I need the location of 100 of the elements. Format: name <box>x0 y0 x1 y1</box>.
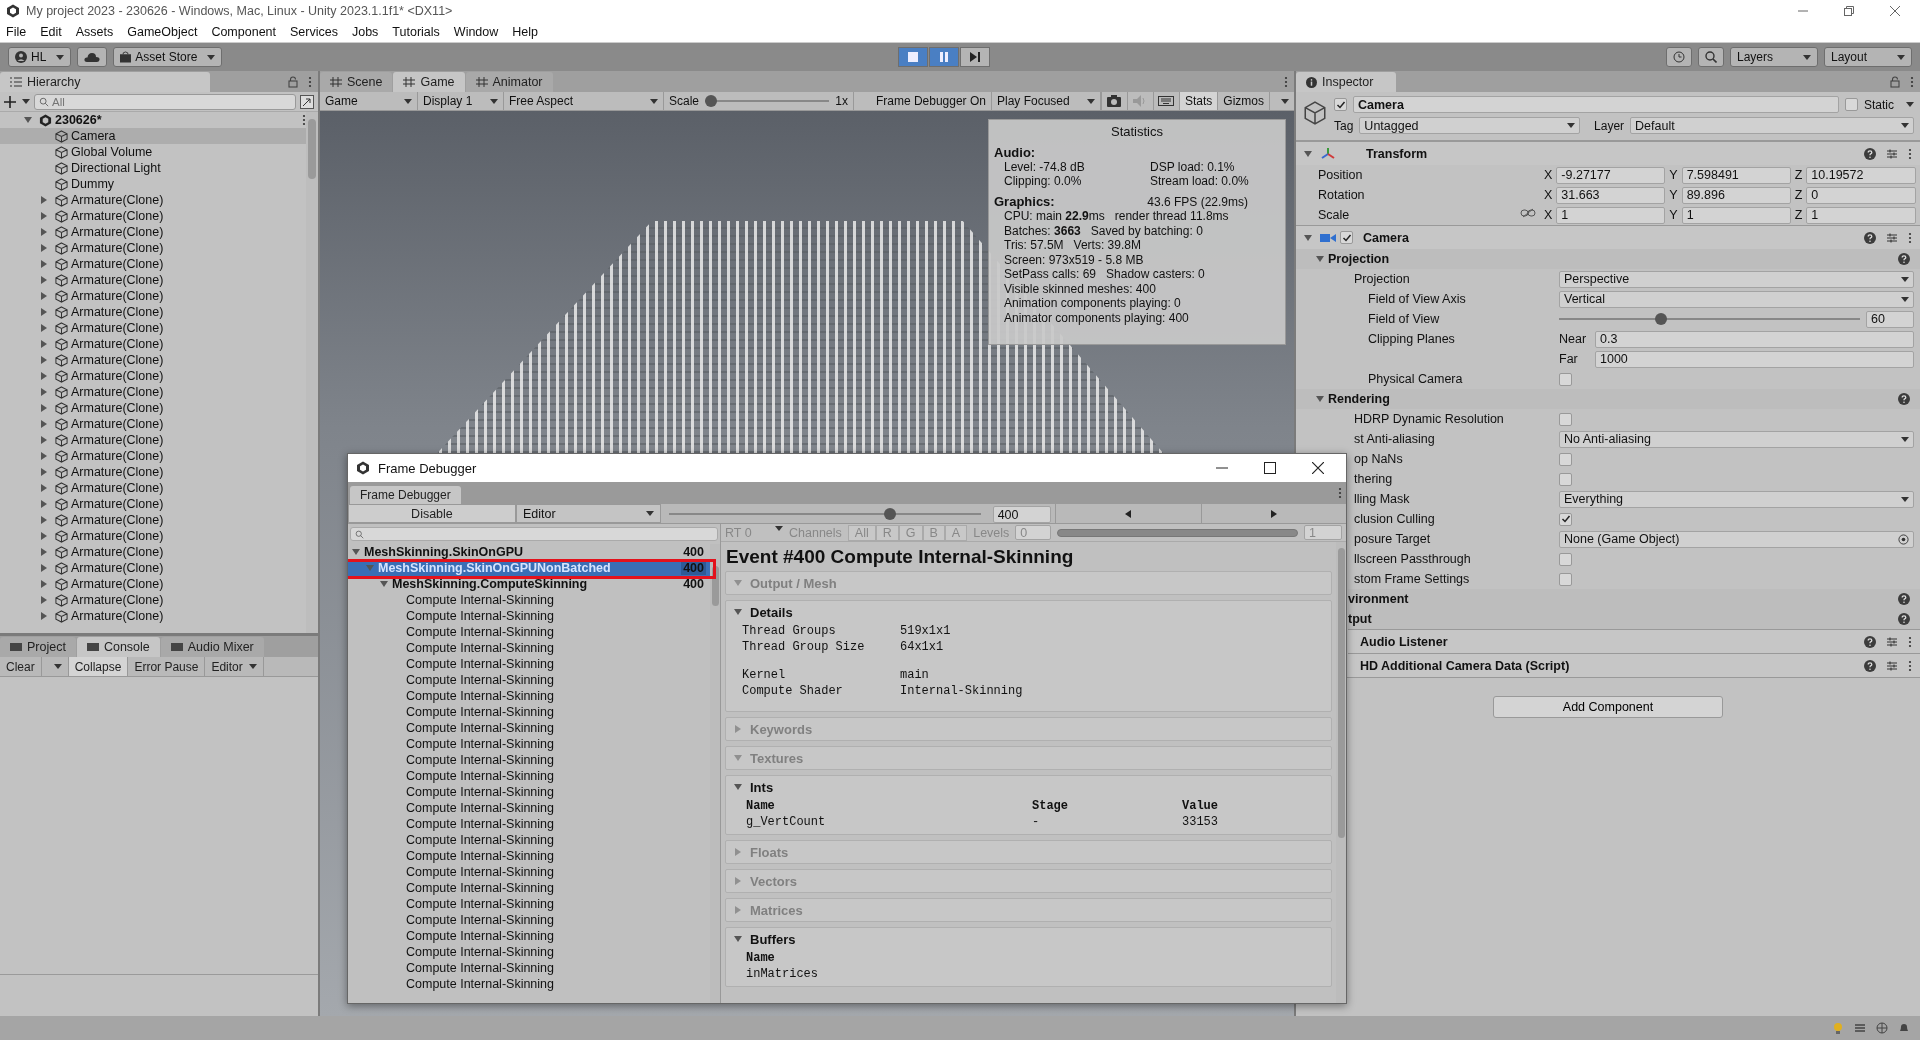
event-tree-item[interactable]: Compute Internal-Skinning <box>348 848 710 864</box>
gizmos-button[interactable]: Gizmos <box>1217 92 1269 110</box>
account-dropdown[interactable]: HL <box>8 47 72 67</box>
number-field[interactable]: 31.663 <box>1556 186 1666 204</box>
hierarchy-item[interactable]: Armature(Clone) <box>0 192 306 208</box>
pause-button[interactable] <box>929 47 960 67</box>
checkbox[interactable] <box>1559 512 1572 526</box>
layer-dropdown[interactable]: Default <box>1630 117 1914 134</box>
expand-arrow-icon[interactable] <box>24 116 32 124</box>
restore-icon[interactable] <box>1844 6 1854 16</box>
hierarchy-item[interactable]: Dummy <box>0 176 306 192</box>
slider-thumb[interactable] <box>1655 313 1668 325</box>
hierarchy-item[interactable]: Armature(Clone) <box>0 464 306 480</box>
cloud-button[interactable] <box>77 47 108 67</box>
checkbox[interactable] <box>1559 452 1572 466</box>
event-tree-item[interactable]: Compute Internal-Skinning <box>348 656 710 672</box>
hierarchy-item[interactable]: Armature(Clone) <box>0 224 306 240</box>
event-tree-item[interactable]: Compute Internal-Skinning <box>348 960 710 976</box>
presets-icon[interactable] <box>1886 659 1898 672</box>
search-field[interactable]: All <box>52 95 291 108</box>
menu-icon[interactable] <box>1908 659 1912 672</box>
event-tree-item[interactable]: Compute Internal-Skinning <box>348 640 710 656</box>
event-number-field[interactable]: 400 <box>992 506 1052 523</box>
close-icon[interactable] <box>1312 462 1324 474</box>
lock-icon[interactable] <box>1890 75 1900 88</box>
display-dropdown[interactable]: Display 1 <box>418 92 504 110</box>
play-mode-dropdown[interactable]: Play Focused <box>990 92 1101 110</box>
scale-slider[interactable] <box>705 95 830 107</box>
history-button[interactable] <box>1666 47 1692 67</box>
scrollbar[interactable] <box>710 544 720 1003</box>
checkbox[interactable] <box>1845 98 1858 111</box>
expand-arrow-icon[interactable] <box>734 783 742 791</box>
help-icon[interactable] <box>1864 231 1876 244</box>
menu-item[interactable]: Component <box>211 25 276 39</box>
slider-thumb[interactable] <box>705 95 718 107</box>
event-tree-item[interactable]: Compute Internal-Skinning <box>348 928 710 944</box>
hierarchy-item[interactable]: Armature(Clone) <box>0 288 306 304</box>
slider[interactable] <box>1559 313 1860 325</box>
foldout-title[interactable]: Buffers <box>750 931 796 947</box>
name-field[interactable]: Camera <box>1353 96 1839 113</box>
bell-icon[interactable] <box>1898 1022 1910 1034</box>
dropdown[interactable]: No Anti-aliasing <box>1559 430 1914 448</box>
menu-item[interactable]: GameObject <box>127 25 198 39</box>
hierarchy-item[interactable]: Armature(Clone) <box>0 384 306 400</box>
search-button[interactable] <box>1698 47 1724 67</box>
event-tree-item[interactable]: Compute Internal-Skinning <box>348 672 710 688</box>
event-tree-item[interactable]: Compute Internal-Skinning <box>348 880 710 896</box>
event-tree-item[interactable]: Compute Internal-Skinning <box>348 944 710 960</box>
hierarchy-item[interactable]: Armature(Clone) <box>0 512 306 528</box>
event-tree-item[interactable]: Compute Internal-Skinning <box>348 768 710 784</box>
event-tree-item[interactable]: Compute Internal-Skinning <box>348 704 710 720</box>
dropdown[interactable]: Vertical <box>1559 290 1914 308</box>
component-header[interactable]: HD Additional Camera Data (Script) <box>1348 653 1920 677</box>
object-field[interactable]: None (Game Object) <box>1559 530 1914 548</box>
panel-tab[interactable]: Inspector <box>1296 72 1396 92</box>
bulb-icon[interactable] <box>1832 1022 1844 1034</box>
step-button[interactable] <box>960 47 991 67</box>
menu-icon[interactable] <box>1284 75 1288 88</box>
hierarchy-item[interactable]: Directional Light <box>0 160 306 176</box>
checkbox[interactable] <box>1340 231 1353 244</box>
hierarchy-item[interactable]: Armature(Clone) <box>0 592 306 608</box>
checkbox[interactable] <box>1559 572 1572 586</box>
target-dropdown[interactable]: Editor <box>515 504 662 523</box>
number-field[interactable]: 89.896 <box>1681 186 1791 204</box>
event-tree-item[interactable]: Compute Internal-Skinning <box>348 624 710 640</box>
foldout-title[interactable]: Ints <box>750 779 774 795</box>
menu-icon[interactable] <box>308 75 312 88</box>
hierarchy-item[interactable]: Armature(Clone) <box>0 560 306 576</box>
disable-button[interactable]: Disable <box>348 504 516 523</box>
maximize-icon[interactable] <box>1264 462 1276 474</box>
help-icon[interactable] <box>1898 253 1910 265</box>
toggle-button[interactable]: Collapse <box>68 657 129 676</box>
checkbox[interactable] <box>1334 98 1347 111</box>
panel-tab[interactable]: Hierarchy <box>0 72 210 92</box>
help-icon[interactable] <box>1898 393 1910 405</box>
event-tree-item[interactable]: Compute Internal-Skinning <box>348 864 710 880</box>
event-tree-item[interactable]: Compute Internal-Skinning <box>348 800 710 816</box>
view-tab[interactable]: Game <box>393 72 465 92</box>
hierarchy-item[interactable]: Armature(Clone) <box>0 352 306 368</box>
component-header[interactable]: Transform <box>1296 141 1920 165</box>
expand-arrow-icon[interactable] <box>1316 395 1324 403</box>
stats-button[interactable]: Stats <box>1178 92 1218 110</box>
scene-item[interactable]: 230626* <box>0 112 306 128</box>
event-tree-item[interactable]: Compute Internal-Skinning <box>348 608 710 624</box>
help-icon[interactable] <box>1864 147 1876 160</box>
help-icon[interactable] <box>1898 613 1910 625</box>
lock-icon[interactable] <box>288 75 298 88</box>
keyboard-icon[interactable] <box>1158 96 1175 106</box>
hierarchy-item[interactable]: Armature(Clone) <box>0 416 306 432</box>
stack-icon[interactable] <box>1854 1022 1866 1034</box>
menu-item[interactable]: Help <box>512 25 538 39</box>
event-tree-item[interactable]: Compute Internal-Skinning <box>348 688 710 704</box>
menu-item[interactable]: Jobs <box>351 25 379 39</box>
menu-item[interactable]: File <box>6 25 27 39</box>
help-icon[interactable] <box>1864 635 1876 648</box>
number-field[interactable]: 1 <box>1681 206 1791 224</box>
event-tree-item[interactable]: Compute Internal-Skinning <box>348 976 710 992</box>
panel-tab[interactable]: Project <box>0 637 76 657</box>
panel-tab[interactable]: Audio Mixer <box>160 637 264 657</box>
number-field[interactable]: 60 <box>1866 310 1914 328</box>
